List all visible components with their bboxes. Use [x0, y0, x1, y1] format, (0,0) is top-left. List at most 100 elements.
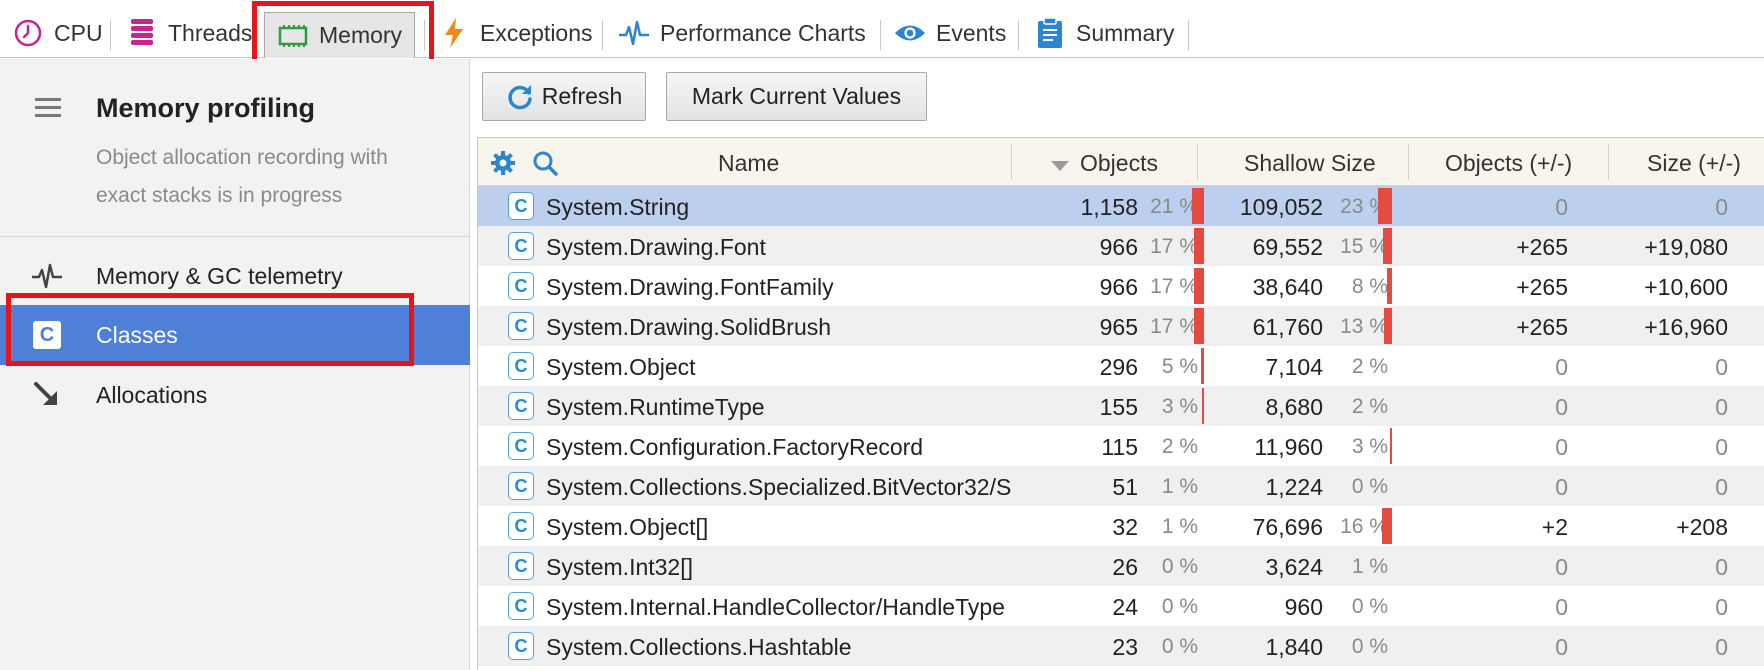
objects-count: 155: [1099, 394, 1138, 420]
main-panel: Refresh Mark Current Values Name Objects…: [471, 59, 1764, 670]
objects-percent-bar: [1194, 268, 1204, 304]
class-c-icon: C: [508, 472, 534, 500]
hamburger-menu-icon[interactable]: [35, 98, 61, 118]
class-name: System.Internal.HandleCollector/HandleTy…: [546, 594, 1005, 620]
class-name: System.Collections.Hashtable: [546, 634, 852, 660]
tab-cpu[interactable]: CPU: [12, 10, 103, 56]
size-delta: +10,600: [1644, 274, 1728, 300]
objects-percent: 17 %: [1150, 235, 1198, 258]
sidebar-item-classes[interactable]: C Classes: [0, 305, 470, 365]
sidebar-item-memory-gc-telemetry[interactable]: Memory & GC telemetry: [0, 246, 470, 306]
class-c-icon: C: [30, 319, 64, 351]
objects-delta: +265: [1516, 274, 1568, 300]
refresh-button[interactable]: Refresh: [482, 72, 646, 121]
objects-count: 115: [1101, 434, 1138, 460]
class-name: System.RuntimeType: [546, 394, 765, 420]
objects-delta: 0: [1555, 354, 1568, 380]
mark-current-values-button[interactable]: Mark Current Values: [666, 72, 927, 121]
objects-percent-bar: [1194, 228, 1204, 264]
table-row[interactable]: C System.Drawing.FontFamily 966 17 % 38,640 8…: [478, 266, 1764, 306]
gear-icon[interactable]: [490, 150, 516, 181]
shallow-size: 960: [1284, 594, 1323, 620]
table-row[interactable]: C System.Drawing.Font 966 17 % 69,552 15 % +26…: [478, 226, 1764, 266]
objects-percent-bar: [1192, 188, 1204, 224]
sidebar-item-allocations[interactable]: Allocations: [0, 365, 470, 425]
table-row[interactable]: C System.Object 296 5 % 7,104 2 % 0 0: [478, 346, 1764, 386]
memory-chip-icon: [277, 20, 309, 52]
column-header-objects[interactable]: Objects: [1080, 138, 1158, 186]
eye-icon: [894, 17, 926, 49]
class-name: System.Object[]: [546, 514, 709, 540]
table-row[interactable]: C System.String 1,158 21 % 109,052 23 % 0 0: [478, 186, 1764, 226]
shallow-size-percent: 2 %: [1351, 355, 1388, 378]
sidebar-title: Memory profiling: [96, 93, 316, 123]
tab-memory[interactable]: Memory: [264, 12, 416, 58]
size-delta: 0: [1715, 354, 1728, 380]
objects-count: 26: [1112, 554, 1138, 580]
objects-percent-bar: [1194, 308, 1204, 344]
shallow-size: 1,840: [1265, 634, 1323, 660]
size-delta: 0: [1715, 194, 1728, 220]
sidebar-item-label: Allocations: [96, 381, 208, 408]
sidebar-divider: [0, 236, 470, 237]
shallow-size-percent: 2 %: [1351, 395, 1388, 418]
table-row[interactable]: C System.Object[] 32 1 % 76,696 16 % +2 +208: [478, 506, 1764, 546]
mark-current-values-label: Mark Current Values: [691, 83, 902, 109]
tab-separator: [110, 20, 111, 50]
shallow-size: 11,960: [1254, 434, 1323, 460]
shallow-size-percent-bar: [1390, 428, 1392, 464]
size-delta: 0: [1715, 434, 1728, 460]
objects-delta: +2: [1541, 514, 1568, 540]
tab-events[interactable]: Events: [894, 10, 1006, 56]
class-c-icon: C: [508, 312, 534, 340]
tab-threads[interactable]: Threads: [126, 10, 252, 56]
column-header-size-delta[interactable]: Size (+/-): [1647, 138, 1741, 186]
shallow-size-percent: 3 %: [1351, 435, 1388, 458]
table-row[interactable]: C System.Drawing.SolidBrush 965 17 % 61,760 1…: [478, 306, 1764, 346]
class-c-icon: C: [508, 232, 534, 260]
tab-exceptions[interactable]: Exceptions: [438, 10, 593, 56]
sidebar-subtitle: Object allocation recording with exact s…: [96, 139, 436, 215]
class-name: System.Configuration.FactoryRecord: [546, 434, 924, 460]
pulse-chart-icon: [618, 17, 650, 49]
table-row[interactable]: C System.Collections.Specialized.BitVecto…: [478, 466, 1764, 506]
tab-summary[interactable]: Summary: [1034, 10, 1174, 56]
tab-separator: [1018, 20, 1019, 50]
objects-count: 24: [1112, 594, 1138, 620]
shallow-size: 69,552: [1252, 234, 1323, 260]
shallow-size-percent: 13 %: [1340, 315, 1388, 338]
objects-delta: +265: [1516, 314, 1568, 340]
class-name: System.Int32[]: [546, 554, 694, 580]
objects-count: 51: [1112, 474, 1138, 500]
objects-delta: +265: [1516, 234, 1568, 260]
tab-performance-charts[interactable]: Performance Charts: [618, 10, 866, 56]
objects-delta: 0: [1555, 194, 1568, 220]
table-row[interactable]: C System.RuntimeType 155 3 % 8,680 2 % 0 0: [478, 386, 1764, 426]
size-delta: +16,960: [1644, 314, 1728, 340]
shallow-size: 76,696: [1252, 514, 1323, 540]
column-header-objects-delta[interactable]: Objects (+/-): [1445, 138, 1572, 186]
shallow-size-percent: 0 %: [1351, 595, 1388, 618]
class-c-icon: C: [508, 192, 534, 220]
table-row[interactable]: C System.Int32[] 26 0 % 3,624 1 % 0 0: [478, 546, 1764, 586]
size-delta: 0: [1715, 634, 1728, 660]
column-separator: [1408, 144, 1409, 180]
class-name: System.Drawing.FontFamily: [546, 274, 834, 300]
tab-label: Events: [936, 19, 1007, 46]
column-header-name[interactable]: Name: [718, 138, 779, 186]
table-row[interactable]: C System.Configuration.FactoryRecord 115 2 …: [478, 426, 1764, 466]
table-row[interactable]: C System.Internal.HandleCollector/HandleT…: [478, 586, 1764, 626]
tab-label: Performance Charts: [660, 19, 866, 46]
shallow-size: 1,224: [1265, 474, 1323, 500]
objects-delta: 0: [1555, 474, 1568, 500]
table-row[interactable]: C System.Collections.Hashtable 23 0 % 1,840 0…: [478, 626, 1764, 666]
objects-count: 1,158: [1080, 194, 1138, 220]
class-name: System.String: [546, 194, 690, 220]
sidebar-item-label: Classes: [96, 321, 178, 348]
search-icon[interactable]: [532, 150, 558, 181]
class-c-icon: C: [508, 552, 534, 580]
objects-percent: 21 %: [1150, 195, 1198, 218]
class-c-icon: C: [508, 392, 534, 420]
column-header-shallow-size[interactable]: Shallow Size: [1244, 138, 1376, 186]
shallow-size-percent-bar: [1383, 228, 1392, 264]
